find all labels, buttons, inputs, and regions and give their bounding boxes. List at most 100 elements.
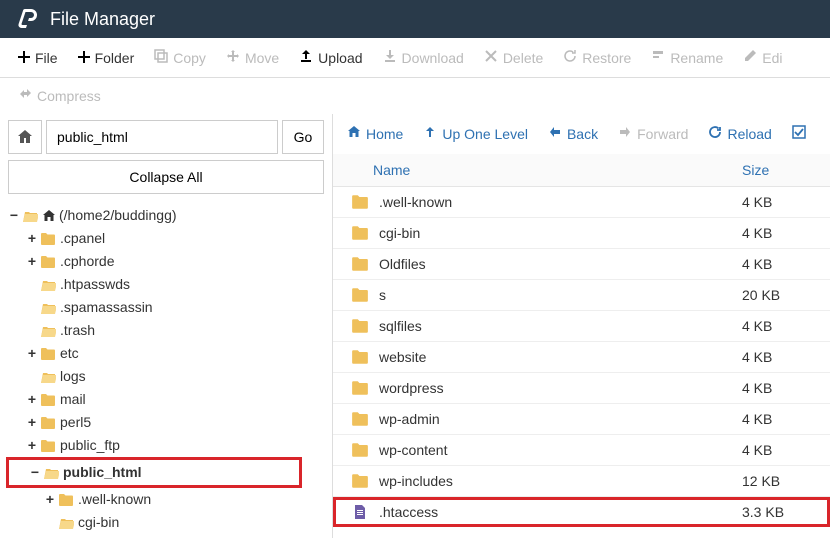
select-icon: [792, 125, 806, 142]
file-list: .well-known4 KBcgi-bin4 KBOldfiles4 KBs2…: [333, 187, 830, 538]
file-row[interactable]: wp-includes12 KB: [333, 466, 830, 497]
file-name: website: [379, 349, 742, 365]
back-button[interactable]: Back: [548, 125, 598, 142]
file-name: Oldfiles: [379, 256, 742, 272]
collapse-toggle[interactable]: −: [8, 205, 20, 226]
cpanel-logo-icon: [14, 7, 38, 31]
file-row[interactable]: s20 KB: [333, 280, 830, 311]
forward-button: Forward: [618, 125, 688, 142]
file-row[interactable]: wp-content4 KB: [333, 435, 830, 466]
file-row[interactable]: .well-known4 KB: [333, 187, 830, 218]
home-icon: [17, 129, 33, 145]
file-row[interactable]: sqlfiles4 KB: [333, 311, 830, 342]
collapse-all-button[interactable]: Collapse All: [8, 160, 324, 194]
tree-item[interactable]: + etc: [8, 342, 324, 365]
file-size: 12 KB: [742, 473, 812, 489]
download-icon: [383, 49, 397, 66]
restore-icon: [563, 49, 577, 66]
tree-item[interactable]: .htpasswds: [8, 273, 324, 296]
file-row[interactable]: .htaccess3.3 KB: [333, 497, 830, 527]
tree-item[interactable]: + .well-known: [8, 488, 324, 511]
tree-item[interactable]: logs: [8, 365, 324, 388]
rename-button: Rename: [641, 43, 733, 72]
copy-icon: [154, 49, 168, 66]
file-size: 4 KB: [742, 380, 812, 396]
folder-button[interactable]: Folder: [68, 44, 145, 72]
file-row[interactable]: cgi-bin4 KB: [333, 218, 830, 249]
file-size: 3.3 KB: [742, 504, 812, 520]
file-panel: Home Up One Level Back Forward Reload Name S…: [333, 114, 830, 538]
file-size: 4 KB: [742, 411, 812, 427]
home-button[interactable]: [8, 120, 42, 154]
forward-icon: [618, 125, 632, 142]
expand-toggle[interactable]: +: [44, 489, 56, 510]
home-icon: [42, 209, 56, 223]
tree-item[interactable]: + .cpanel: [8, 227, 324, 250]
file-name: .htaccess: [379, 504, 742, 520]
expand-toggle[interactable]: +: [26, 389, 38, 410]
file-name: wp-content: [379, 442, 742, 458]
tree-item-label: .well-known: [78, 489, 151, 510]
expand-toggle[interactable]: −: [29, 462, 41, 483]
file-name: sqlfiles: [379, 318, 742, 334]
file-row[interactable]: wordpress4 KB: [333, 373, 830, 404]
tree-item[interactable]: +.cphorde: [8, 250, 324, 273]
tree-item[interactable]: − public_html: [11, 461, 297, 484]
path-input[interactable]: [46, 120, 278, 154]
tree-item-label: .trash: [60, 320, 95, 341]
file-row[interactable]: Oldfiles4 KB: [333, 249, 830, 280]
upload-icon: [299, 49, 313, 66]
tree-item-label: .cpanel: [60, 228, 105, 249]
compress-icon: [18, 88, 32, 105]
edi-button: Edi: [733, 43, 792, 72]
tree-item-label: public_html: [63, 462, 142, 483]
expand-toggle[interactable]: +: [26, 251, 38, 272]
plus-icon: [18, 50, 30, 66]
tree-item[interactable]: .trash: [8, 319, 324, 342]
up-one-level-button[interactable]: Up One Level: [423, 125, 528, 142]
upload-button[interactable]: Upload: [289, 43, 372, 72]
select-all-button[interactable]: [792, 125, 806, 142]
file-name: .well-known: [379, 194, 742, 210]
home-button[interactable]: Home: [347, 125, 403, 142]
rename-icon: [651, 49, 665, 66]
main-toolbar: FileFolderCopyMoveUploadDownloadDeleteRe…: [0, 38, 830, 78]
tree-item[interactable]: +perl5: [8, 411, 324, 434]
go-button[interactable]: Go: [282, 120, 324, 154]
move-button: Move: [216, 43, 289, 72]
expand-toggle[interactable]: +: [26, 228, 38, 249]
download-button: Download: [373, 43, 474, 72]
tree-item[interactable]: +Oldfiles: [8, 534, 324, 538]
tree-root[interactable]: −(/home2/buddingg): [8, 204, 324, 227]
tree-item[interactable]: cgi-bin: [8, 511, 324, 534]
tree-item[interactable]: + public_ftp: [8, 434, 324, 457]
expand-toggle[interactable]: +: [26, 343, 38, 364]
delete-icon: [484, 49, 498, 66]
tree-item[interactable]: .spamassassin: [8, 296, 324, 319]
move-icon: [226, 49, 240, 66]
tree-item[interactable]: +mail: [8, 388, 324, 411]
expand-toggle[interactable]: +: [26, 435, 38, 456]
file-button[interactable]: File: [8, 44, 68, 72]
home-icon: [347, 125, 361, 142]
tree-panel: Go Collapse All −(/home2/buddingg)+.cpan…: [0, 114, 333, 538]
column-name[interactable]: Name: [351, 162, 742, 178]
tree-item-label: public_ftp: [60, 435, 120, 456]
up-icon: [423, 125, 437, 142]
file-row[interactable]: wp-admin4 KB: [333, 404, 830, 435]
column-size[interactable]: Size: [742, 162, 812, 178]
file-size: 4 KB: [742, 349, 812, 365]
file-row[interactable]: website4 KB: [333, 342, 830, 373]
app-header: File Manager: [0, 0, 830, 38]
reload-button[interactable]: Reload: [708, 125, 771, 142]
file-name: s: [379, 287, 742, 303]
file-name: wp-includes: [379, 473, 742, 489]
file-name: wordpress: [379, 380, 742, 396]
expand-toggle[interactable]: +: [26, 412, 38, 433]
file-size: 4 KB: [742, 318, 812, 334]
tree-item-label: etc: [60, 343, 79, 364]
plus-icon: [78, 50, 90, 66]
tree-item-label: cgi-bin: [78, 512, 119, 533]
edit-icon: [743, 49, 757, 66]
file-size: 4 KB: [742, 194, 812, 210]
